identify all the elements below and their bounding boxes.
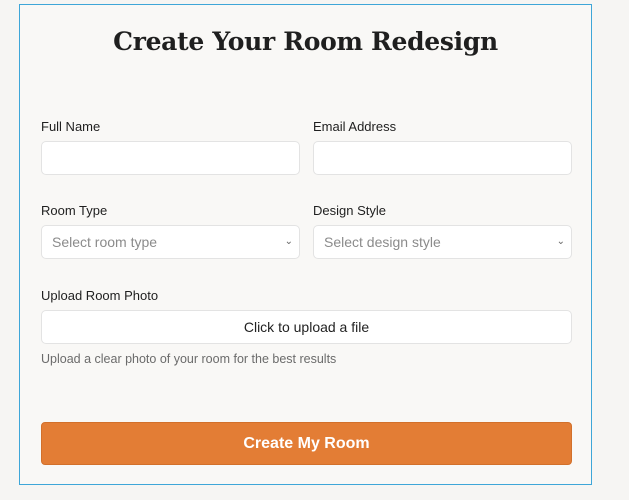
design-style-select[interactable]: Select design style ⌄ bbox=[313, 225, 572, 259]
create-my-room-button[interactable]: Create My Room bbox=[41, 422, 572, 465]
email-label: Email Address bbox=[313, 119, 397, 134]
upload-label: Upload Room Photo bbox=[41, 288, 159, 303]
room-type-select[interactable]: Select room type ⌄ bbox=[41, 225, 300, 259]
email-placeholder: Enter your email bbox=[324, 150, 426, 166]
full-name-placeholder: Enter your full name bbox=[52, 150, 178, 166]
design-style-label: Design Style bbox=[313, 203, 386, 218]
upload-hint: Upload a clear photo of your room for th… bbox=[41, 352, 337, 366]
room-type-selected-value: Select room type bbox=[52, 234, 158, 250]
chevron-down-icon: ⌄ bbox=[284, 236, 293, 247]
upload-file-button[interactable]: Click to upload a file bbox=[41, 310, 572, 344]
full-name-input[interactable]: Enter your full name bbox=[41, 141, 300, 175]
email-input[interactable]: Enter your email bbox=[313, 141, 572, 175]
upload-button-text: Click to upload a file bbox=[243, 319, 370, 335]
full-name-label: Full Name bbox=[41, 119, 101, 134]
room-type-label: Room Type bbox=[41, 203, 108, 218]
chevron-down-icon: ⌄ bbox=[556, 236, 565, 247]
design-style-selected-value: Select design style bbox=[324, 234, 441, 250]
form-title: Create Your Room Redesign bbox=[113, 27, 498, 56]
room-redesign-form-card: Create Your Room Redesign Full Name Ente… bbox=[19, 4, 592, 485]
